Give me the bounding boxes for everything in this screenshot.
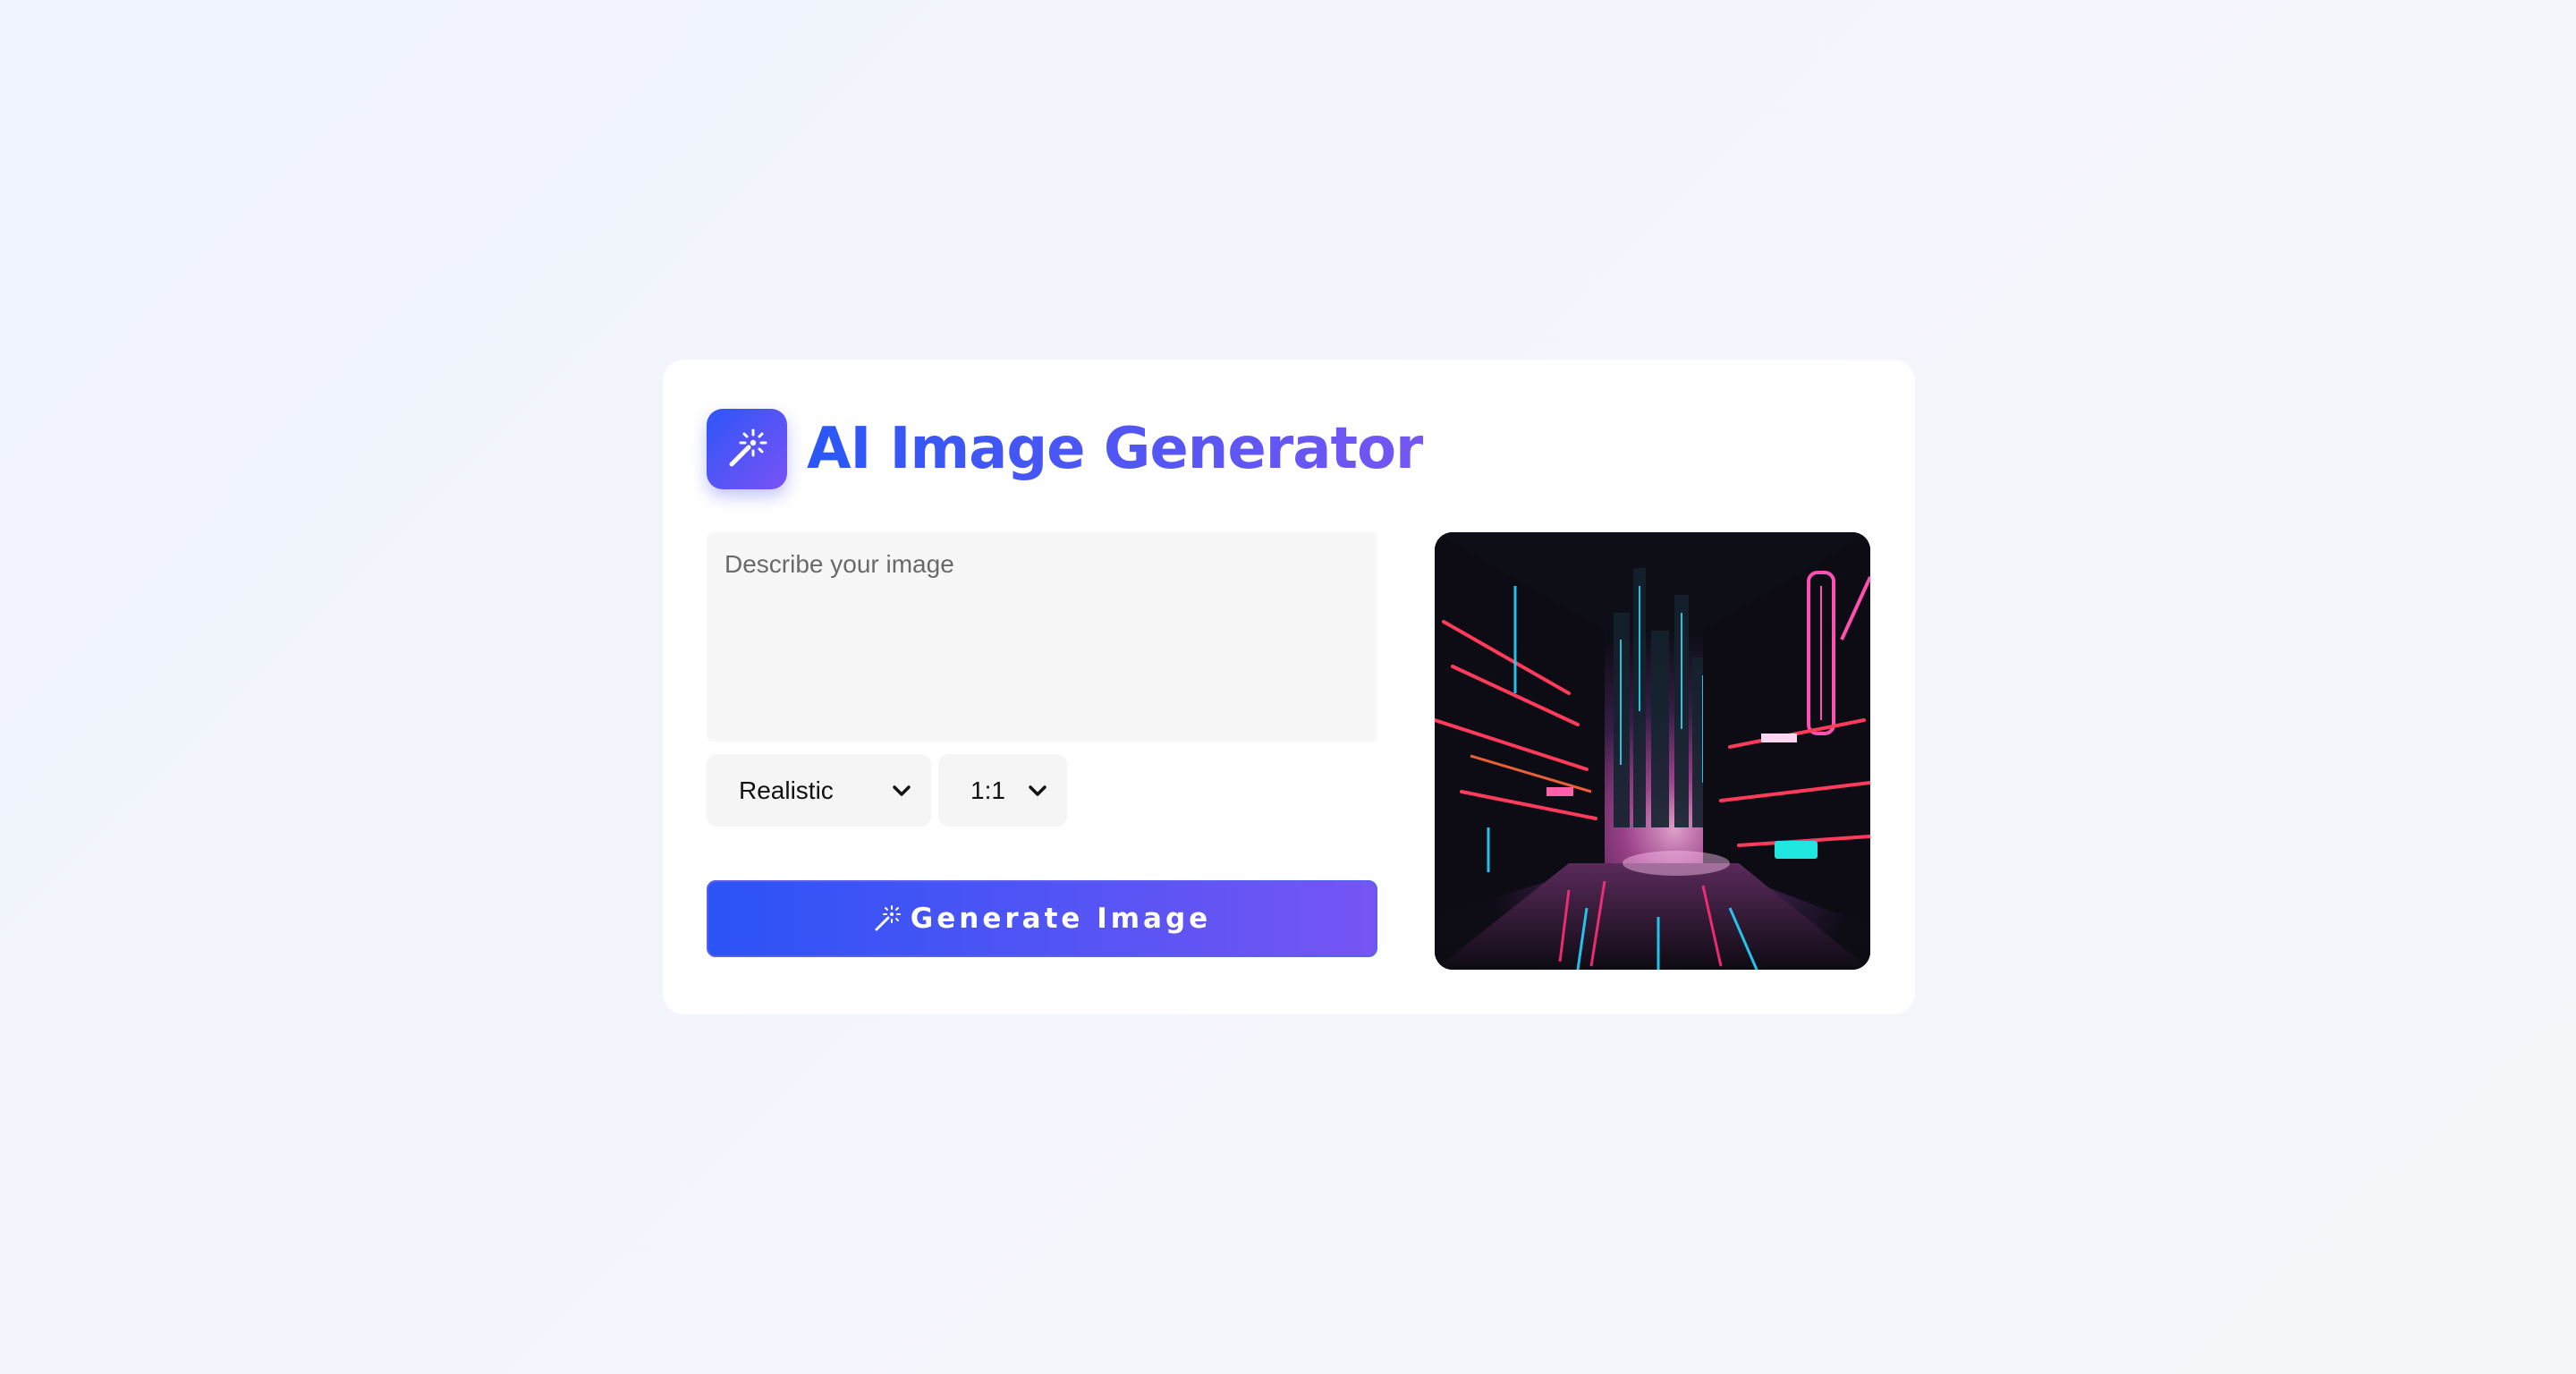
style-select-value: Realistic (739, 776, 834, 804)
app-title: AI Image Generator (807, 416, 1424, 482)
header: AI Image Generator (707, 408, 1424, 490)
generated-image (1435, 532, 1870, 970)
chevron-down-icon (893, 785, 911, 796)
ratio-select[interactable]: 1:1 (938, 754, 1067, 827)
generate-button-label: Generate Image (910, 903, 1212, 935)
generator-card: AI Image Generator Realistic 1:1 (663, 360, 1915, 1014)
prompt-input[interactable] (707, 532, 1377, 742)
ratio-select-value: 1:1 (970, 776, 1005, 804)
magic-wand-icon (707, 409, 787, 489)
chevron-down-icon (1029, 785, 1046, 796)
style-select[interactable]: Realistic (707, 754, 931, 827)
generate-image-button[interactable]: Generate Image (707, 880, 1377, 957)
magic-wand-icon (875, 905, 901, 931)
